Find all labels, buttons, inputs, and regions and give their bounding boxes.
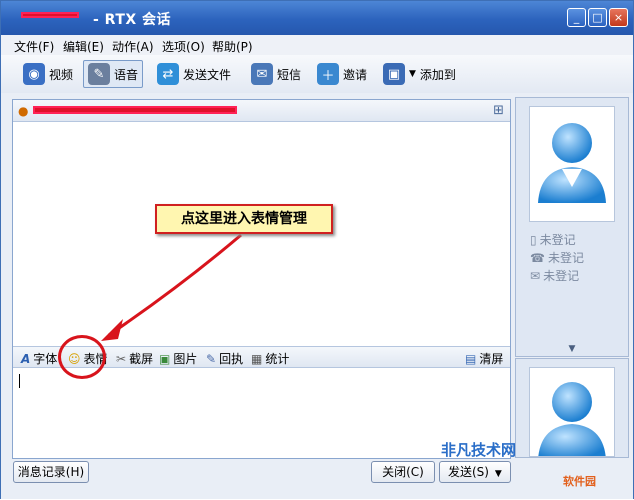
- annotation-ring: [58, 335, 106, 379]
- watermark-text: 非凡技术网: [441, 441, 517, 459]
- annotation-arrow: [101, 233, 242, 341]
- watermark-sub: 软件园: [563, 475, 596, 488]
- rtx-chat-window: - RTX 会话 _ □ × 文件(F) 编辑(E) 动作(A) 选项(O) 帮…: [0, 0, 634, 499]
- annotation-callout: 点这里进入表情管理: [155, 204, 333, 234]
